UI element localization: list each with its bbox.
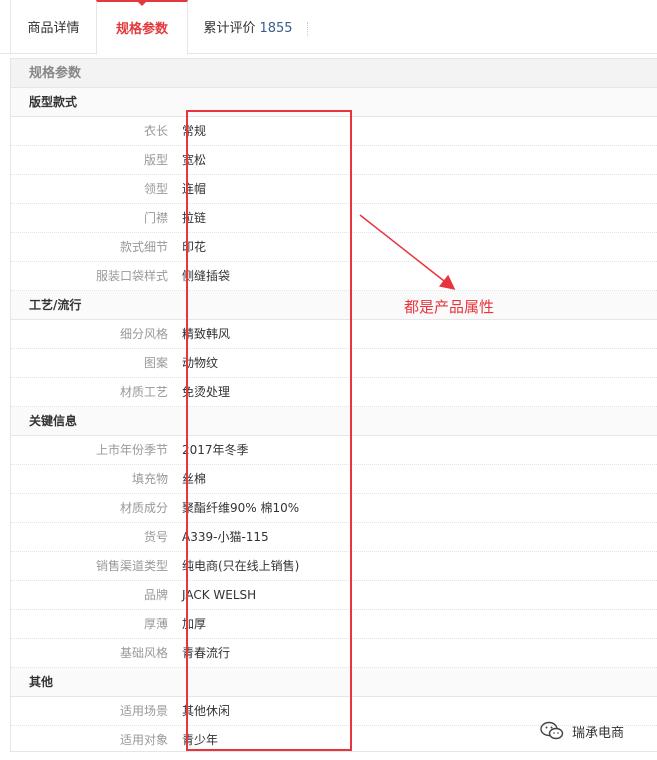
- tab-divider: [307, 22, 308, 36]
- annotation-arrow-icon: [359, 214, 456, 290]
- review-count: 1855: [259, 21, 293, 36]
- spec-value: 常规: [182, 124, 207, 138]
- spec-value: 精致韩风: [182, 327, 231, 341]
- spec-row: 基础风格 青春流行: [11, 639, 657, 668]
- spec-value: 纯电商(只在线上销售): [182, 559, 300, 573]
- spec-key: 货号: [143, 530, 168, 544]
- tab-reviews[interactable]: 累计评价 1855: [188, 0, 308, 54]
- spec-value: 宽松: [182, 153, 207, 167]
- spec-row: 款式细节 印花: [11, 233, 657, 262]
- spec-value: 侧缝插袋: [182, 269, 231, 283]
- spec-value: 丝棉: [182, 472, 207, 486]
- spec-row: 材质成分 聚酯纤维90% 棉10%: [11, 494, 657, 523]
- spec-key: 适用场景: [119, 704, 168, 718]
- annotation-text: 都是产品属性: [404, 298, 495, 316]
- spec-row: 厚薄 加厚: [11, 610, 657, 639]
- panel-title: 规格参数: [11, 59, 657, 88]
- spec-row: 版型 宽松: [11, 146, 657, 175]
- spec-row: 门襟 拉链: [11, 204, 657, 233]
- spec-key: 材质工艺: [119, 385, 168, 399]
- spec-value: 免烫处理: [182, 385, 231, 399]
- tab-bar: 商品详情 规格参数 累计评价 1855: [0, 0, 657, 55]
- spec-value: 聚酯纤维90% 棉10%: [182, 501, 300, 515]
- spec-key: 适用对象: [119, 733, 168, 747]
- spec-value: 青春流行: [182, 646, 231, 660]
- spec-value: 2017年冬季: [182, 443, 249, 457]
- spec-key: 填充物: [131, 472, 168, 486]
- spec-key: 厚薄: [143, 617, 168, 631]
- spec-key: 销售渠道类型: [95, 559, 168, 573]
- group-title: 版型款式: [11, 88, 657, 117]
- watermark: 瑞承电商: [540, 721, 624, 741]
- spec-key: 衣长: [143, 124, 168, 138]
- spec-value: 连帽: [182, 182, 207, 196]
- group-title: 关键信息: [11, 407, 657, 436]
- spec-key: 品牌: [143, 588, 168, 602]
- spec-row: 货号 A339-小猫-115: [11, 523, 657, 552]
- tab-product-details[interactable]: 商品详情: [10, 0, 96, 54]
- tab-specifications[interactable]: 规格参数: [96, 0, 188, 55]
- spec-key: 服装口袋样式: [95, 269, 168, 283]
- spec-value: 动物纹: [182, 356, 219, 370]
- spec-value: A339-小猫-115: [182, 530, 269, 544]
- spec-value: 其他休闲: [182, 704, 231, 718]
- group-title: 其他: [11, 668, 657, 697]
- spec-key: 材质成分: [119, 501, 168, 515]
- spec-key: 图案: [143, 356, 168, 370]
- spec-row: 填充物 丝棉: [11, 465, 657, 494]
- spec-value: JACK WELSH: [182, 588, 257, 602]
- spec-key: 领型: [143, 182, 168, 196]
- spec-row: 品牌 JACK WELSH: [11, 581, 657, 610]
- spec-panel: 规格参数 版型款式 衣长 常规 版型 宽松 领型 连帽 门襟 拉链 款式细节 印花 服装口袋样式 侧缝插…: [10, 58, 657, 752]
- spec-key: 基础风格: [119, 646, 168, 660]
- tab-label: 累计评价: [203, 21, 256, 36]
- spec-row: 图案 动物纹: [11, 349, 657, 378]
- spec-key: 细分风格: [119, 327, 168, 341]
- spec-row: 服装口袋样式 侧缝插袋: [11, 262, 657, 291]
- spec-value: 拉链: [182, 211, 207, 225]
- wechat-icon: [540, 721, 564, 740]
- group-title: 工艺/流行: [11, 291, 657, 320]
- spec-key: 门襟: [143, 211, 168, 225]
- spec-row: 领型 连帽: [11, 175, 657, 204]
- active-tab-arrow-icon: [138, 2, 146, 6]
- spec-row: 材质工艺 免烫处理: [11, 378, 657, 407]
- spec-row: 上市年份季节 2017年冬季: [11, 436, 657, 465]
- spec-key: 版型: [143, 153, 168, 167]
- spec-key: 上市年份季节: [95, 443, 168, 457]
- tab-label: 规格参数: [115, 22, 168, 37]
- spec-value: 青少年: [182, 733, 219, 747]
- spec-row: 衣长 常规: [11, 117, 657, 146]
- spec-row: 销售渠道类型 纯电商(只在线上销售): [11, 552, 657, 581]
- spec-row: 细分风格 精致韩风: [11, 320, 657, 349]
- spec-value: 印花: [182, 240, 207, 254]
- spec-key: 款式细节: [119, 240, 168, 254]
- tab-label: 商品详情: [27, 21, 80, 36]
- watermark-text: 瑞承电商: [572, 725, 625, 741]
- spec-value: 加厚: [182, 617, 207, 631]
